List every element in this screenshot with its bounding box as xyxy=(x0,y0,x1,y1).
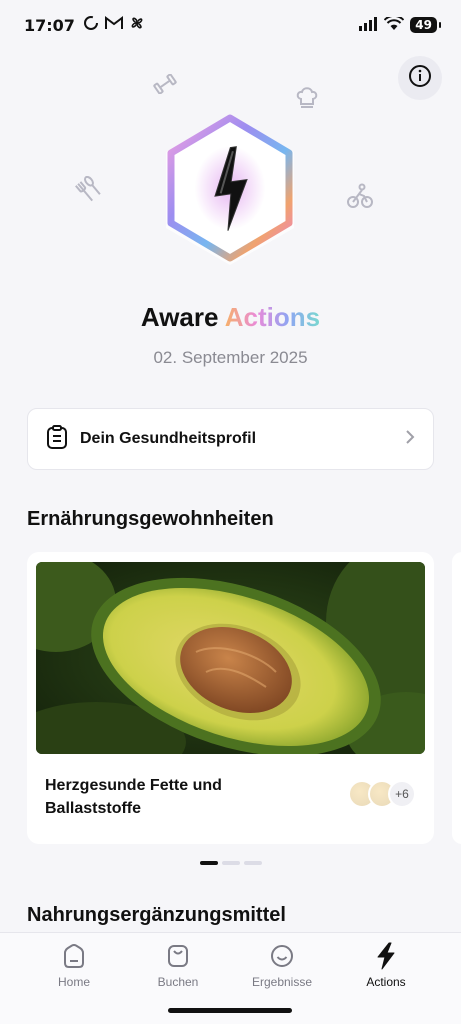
chevron-right-icon xyxy=(405,429,415,450)
fan-icon xyxy=(129,15,145,35)
clipboard-icon xyxy=(46,424,68,454)
title-accent: Actions xyxy=(224,302,321,332)
nutrition-section-title: Ernährungsgewohnheiten xyxy=(27,508,274,530)
wifi-icon xyxy=(384,14,405,35)
pagination-dot-active[interactable] xyxy=(199,861,218,865)
actions-logo-hexagon xyxy=(150,108,310,268)
status-bar: 17:07 49 xyxy=(0,0,461,50)
bag-icon xyxy=(128,941,228,971)
tab-home[interactable]: Home xyxy=(24,941,124,989)
page-title: Aware Actions xyxy=(0,302,461,333)
status-notification-icons xyxy=(83,15,145,35)
pagination-dot[interactable] xyxy=(243,861,262,865)
smiley-icon xyxy=(232,941,332,971)
loading-ring-icon xyxy=(83,15,99,35)
tab-actions-label: Actions xyxy=(366,975,406,989)
tab-buchen-label: Buchen xyxy=(157,975,199,989)
more-count-badge: +6 xyxy=(388,780,416,808)
tab-actions[interactable]: Actions xyxy=(336,941,436,989)
card-title: Herzgesunde Fette und Ballaststoffe xyxy=(45,777,222,817)
health-profile-card[interactable]: Dein Gesundheitsprofil xyxy=(27,408,434,470)
tab-ergebnisse-label: Ergebnisse xyxy=(251,975,313,989)
carousel-pagination xyxy=(0,861,461,865)
tab-ergebnisse[interactable]: Ergebnisse xyxy=(232,941,332,989)
fork-spoon-icon xyxy=(74,175,104,208)
participant-avatars: +6 xyxy=(348,780,416,808)
cyclist-icon xyxy=(346,182,374,216)
home-indicator xyxy=(168,1008,292,1013)
battery-indicator: 49 xyxy=(410,17,441,33)
status-time: 17:07 xyxy=(24,15,75,35)
health-profile-label: Dein Gesundheitsprofil xyxy=(80,430,257,447)
title-prefix: Aware xyxy=(140,302,225,332)
recommendation-card[interactable]: Herzgesunde Fette und Ballaststoffe +6 xyxy=(27,552,434,844)
supplements-section-title: Nahrungsergänzungsmittel xyxy=(27,904,286,926)
dumbbell-icon xyxy=(152,73,178,100)
hero-illustration xyxy=(0,73,461,290)
next-card-peek[interactable] xyxy=(452,552,461,844)
tab-buchen[interactable]: Buchen xyxy=(128,941,228,989)
pagination-dot[interactable] xyxy=(221,861,240,865)
lightning-icon xyxy=(336,941,436,971)
signal-icon xyxy=(358,16,378,35)
avocado-image xyxy=(36,562,425,754)
gmail-icon xyxy=(104,16,123,34)
current-date: 02. September 2025 xyxy=(153,348,308,367)
tab-home-label: Home xyxy=(57,975,90,989)
home-icon xyxy=(24,941,124,971)
status-right: 49 xyxy=(358,14,441,35)
